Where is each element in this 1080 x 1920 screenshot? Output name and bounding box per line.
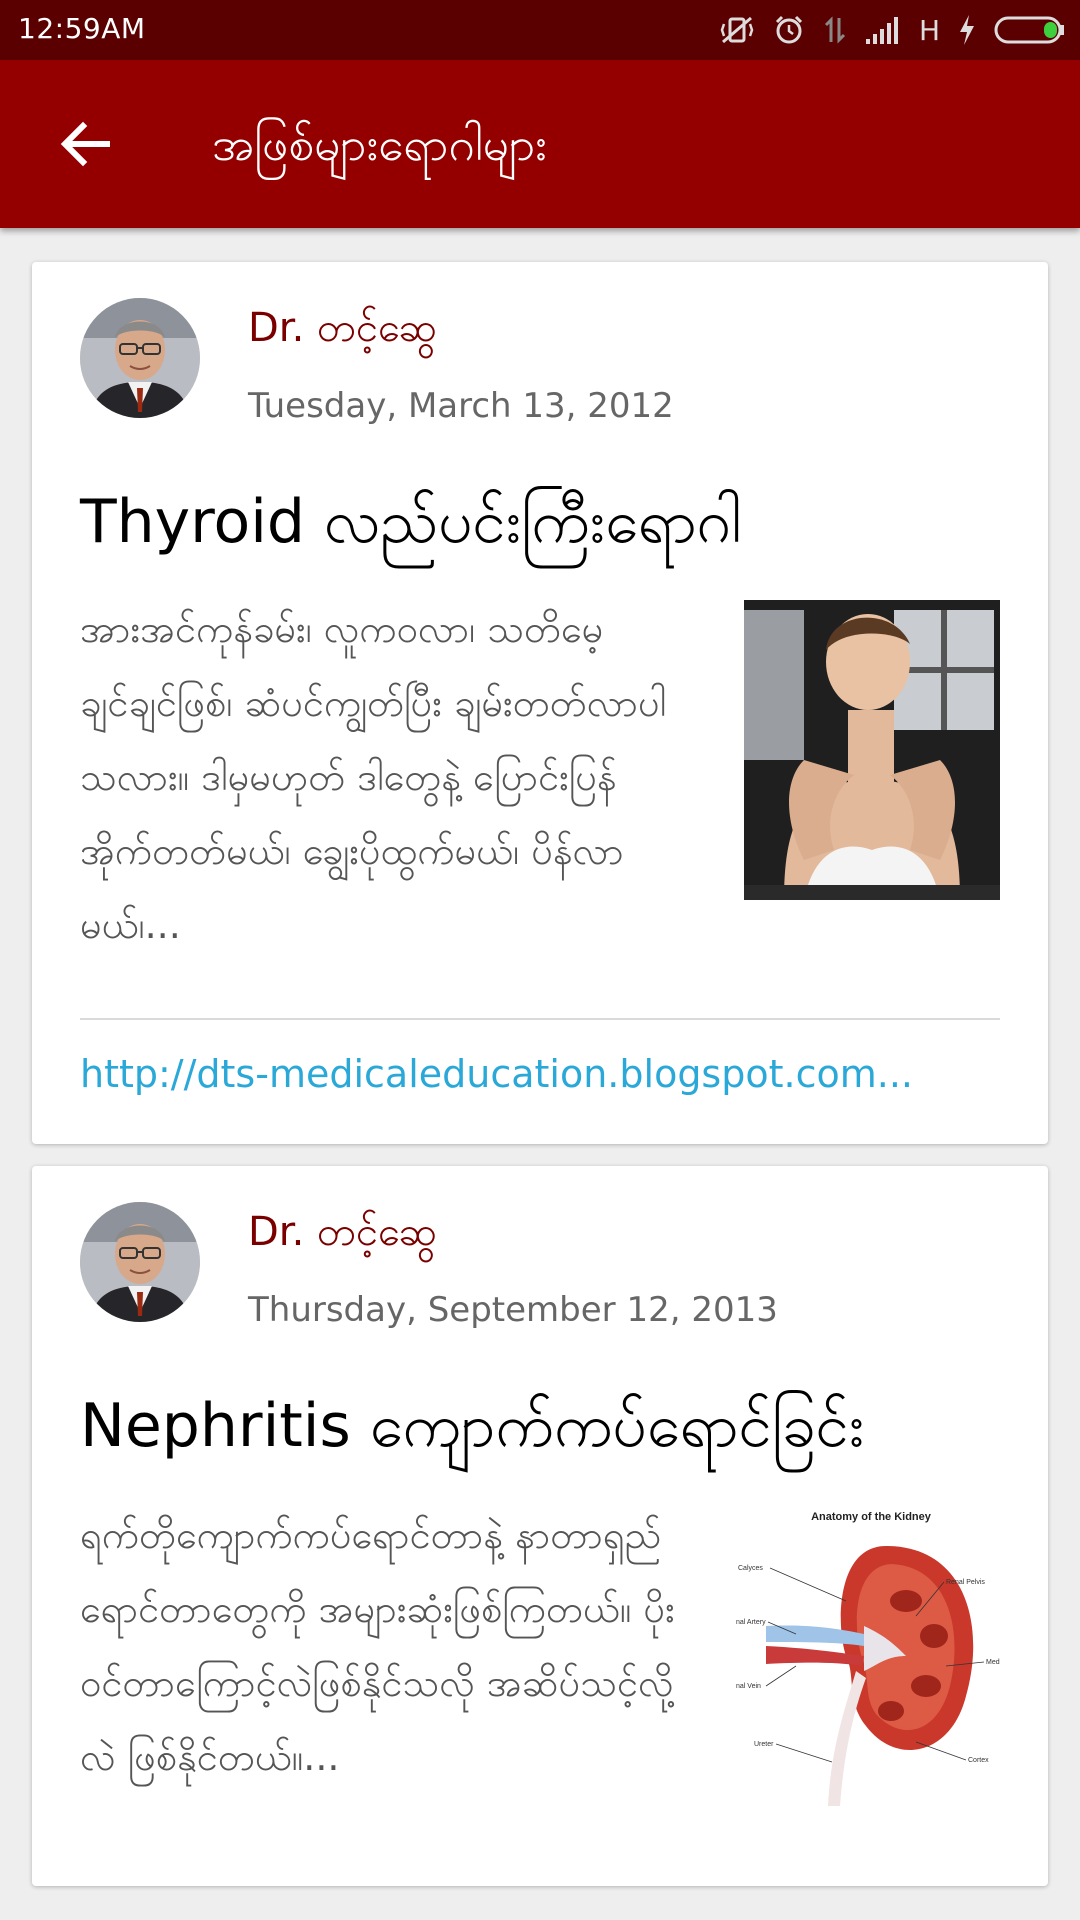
- signal-icon: [865, 17, 898, 44]
- back-button[interactable]: [40, 108, 130, 180]
- kidney-label-renal-pelvis: Renal Pelvis: [946, 1579, 985, 1586]
- kidney-label-calyces: Calyces: [738, 1565, 763, 1572]
- post-feed[interactable]: Dr. တင့်ဆွေ Tuesday, March 13, 2012 Thyr…: [32, 262, 1048, 1908]
- post-card[interactable]: Dr. တင့်ဆွေ Thursday, September 12, 2013…: [32, 1166, 1048, 1886]
- post-date: Thursday, September 12, 2013: [248, 1290, 778, 1330]
- post-excerpt: အားအင်ကုန်ခမ်း၊ လူကဝလာ၊ သတိမေ့ချင်ချင်ဖြ…: [80, 607, 667, 947]
- post-author: Dr. တင့်ဆွေ: [248, 305, 437, 351]
- kidney-label-medulla: Med: [986, 1659, 1000, 1666]
- arrow-left-icon: [60, 121, 110, 167]
- avatar: [80, 1202, 200, 1322]
- kidney-label-ureter: Ureter: [754, 1741, 774, 1748]
- alarm-icon: [775, 15, 802, 44]
- data-transfer-icon: [824, 16, 845, 44]
- post-title[interactable]: Thyroid လည်ပင်းကြီးရောဂါ: [80, 484, 741, 572]
- battery-level: [1044, 22, 1057, 38]
- post-link[interactable]: http://dts-medicaleducation.blogspot.com…: [80, 1052, 1000, 1096]
- vibrate-off-icon: [720, 16, 754, 44]
- charging-icon: [960, 15, 974, 45]
- post-title[interactable]: Nephritis ကျောက်ကပ်ရောင်ခြင်း: [80, 1388, 864, 1476]
- status-icons: H: [719, 10, 1066, 50]
- status-time: 12:59AM: [18, 12, 146, 45]
- network-type-label: H: [918, 13, 940, 47]
- post-card[interactable]: Dr. တင့်ဆွေ Tuesday, March 13, 2012 Thyr…: [32, 262, 1048, 1144]
- kidney-label-cortex: Cortex: [968, 1757, 989, 1764]
- post-author: Dr. တင့်ဆွေ: [248, 1209, 437, 1255]
- kidney-label-renal-vein: nal Vein: [736, 1683, 761, 1690]
- battery-icon: [994, 16, 1064, 44]
- post-excerpt: ရက်တိုကျောက်ကပ်ရောင်တာနဲ့ နာတာရှည်ရောင်တ…: [80, 1513, 675, 1779]
- page-title: အဖြစ်များရောဂါများ: [212, 117, 547, 171]
- post-date: Tuesday, March 13, 2012: [248, 386, 674, 426]
- divider: [80, 1018, 1000, 1020]
- status-bar: 12:59AM H: [0, 0, 1080, 60]
- avatar: [80, 298, 200, 418]
- kidney-diagram-heading: Anatomy of the Kidney: [811, 1511, 932, 1523]
- post-thumbnail[interactable]: Anatomy of the Kidney Calyces Renal Pelv…: [736, 1506, 1006, 1806]
- app-bar: အဖြစ်များရောဂါများ: [0, 60, 1080, 228]
- kidney-label-renal-artery: nal Artery: [736, 1619, 766, 1626]
- post-thumbnail[interactable]: [744, 600, 1000, 900]
